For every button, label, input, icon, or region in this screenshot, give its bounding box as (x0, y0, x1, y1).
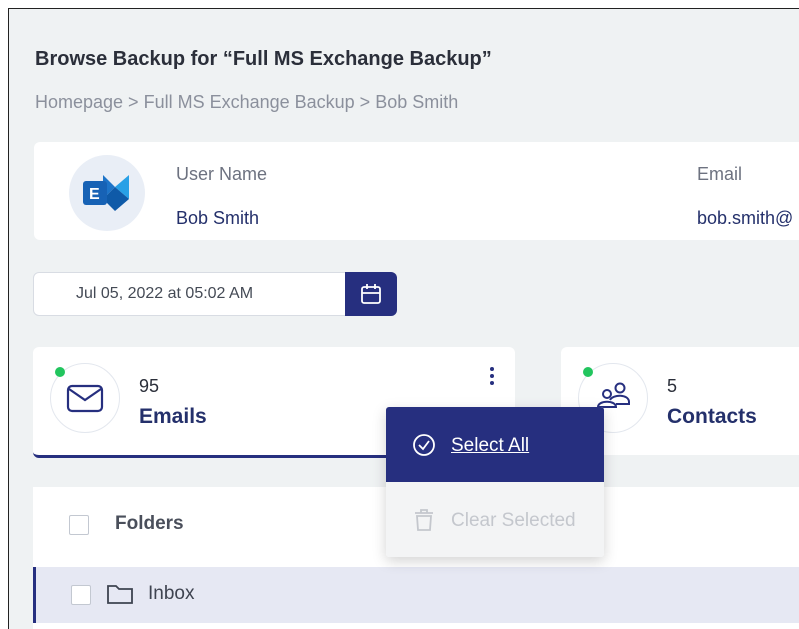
calendar-button[interactable] (345, 272, 397, 316)
email-value: bob.smith@ (697, 208, 794, 228)
folder-row-inbox[interactable]: Inbox (33, 567, 799, 623)
avatar: E (69, 155, 145, 231)
emails-count: 95 (139, 376, 160, 396)
clear-selected-menu-item[interactable]: Clear Selected (386, 482, 604, 557)
user-info-card: E User Name Bob Smith Email bob.smith@ (34, 142, 799, 240)
page-title: Browse Backup for “Full MS Exchange Back… (35, 48, 492, 70)
more-options-icon[interactable] (485, 365, 499, 391)
check-circle-icon (413, 434, 435, 456)
contacts-label: Contacts (667, 405, 757, 428)
contacts-count: 5 (667, 376, 678, 396)
browse-backup-window: Browse Backup for “Full MS Exchange Back… (8, 8, 799, 629)
outlook-exchange-icon: E (83, 175, 129, 211)
folder-icon (107, 585, 133, 604)
folders-select-all-checkbox[interactable] (69, 515, 89, 535)
select-all-menu-item[interactable]: Select All (386, 407, 604, 482)
status-dot (55, 367, 65, 377)
email-label: Email (697, 164, 743, 184)
user-name-label: User Name (176, 164, 268, 184)
folders-header: Folders (115, 513, 184, 534)
backup-date-value: Jul 05, 2022 at 05:02 AM (76, 285, 254, 302)
clear-selected-label: Clear Selected (451, 510, 576, 531)
trash-icon (415, 509, 433, 531)
folder-label: Inbox (148, 583, 195, 604)
envelope-icon (66, 384, 104, 413)
backup-date-field[interactable]: Jul 05, 2022 at 05:02 AM (33, 272, 397, 316)
select-all-label: Select All (451, 435, 530, 456)
user-name-value: Bob Smith (176, 208, 260, 228)
svg-text:E: E (89, 186, 100, 203)
breadcrumb[interactable]: Homepage > Full MS Exchange Backup > Bob… (35, 92, 458, 113)
emails-label: Emails (139, 405, 207, 428)
calendar-icon (361, 284, 381, 304)
context-menu: Select All Clear Selected (386, 407, 604, 557)
status-dot (583, 367, 593, 377)
inbox-checkbox[interactable] (71, 585, 91, 605)
